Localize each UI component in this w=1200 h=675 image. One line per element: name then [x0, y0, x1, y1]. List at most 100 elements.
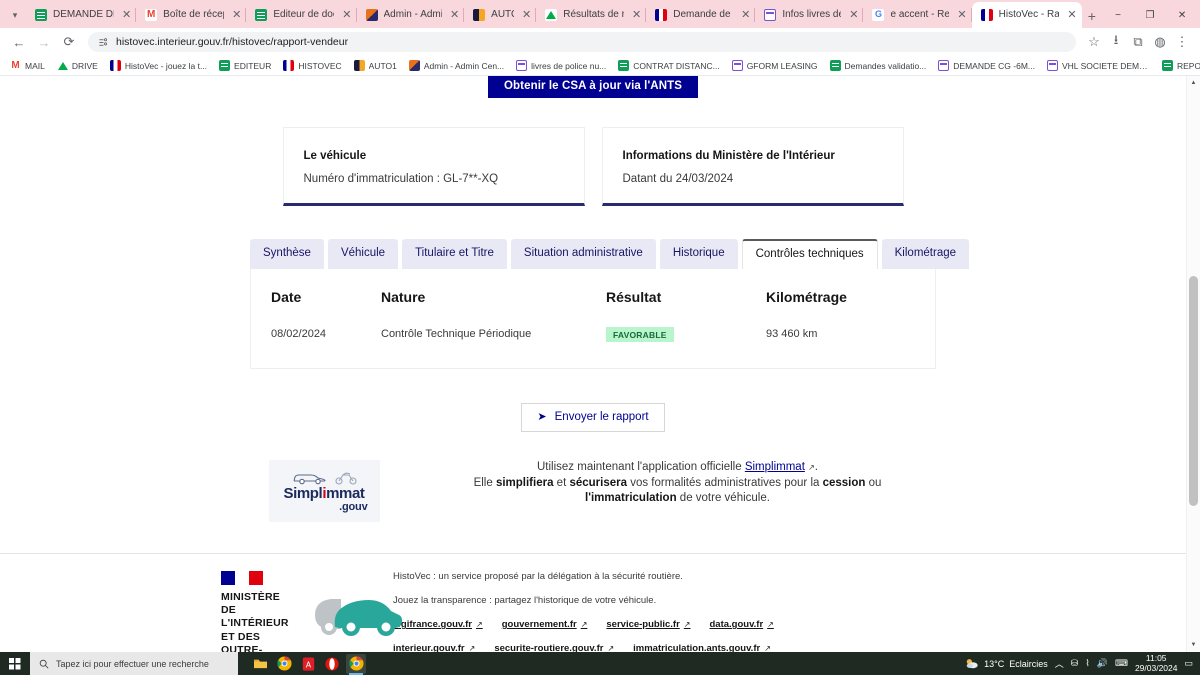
browser-tab[interactable]: Résultats de rech ✕	[536, 2, 647, 28]
bookmark-item[interactable]: REPONSE SOCIETE	[1156, 57, 1200, 75]
simplimmat-link[interactable]: Simplimmat	[745, 461, 805, 473]
close-icon[interactable]: ✕	[232, 9, 241, 21]
back-icon[interactable]: ←	[8, 31, 30, 53]
browser-tab-active[interactable]: HistoVec - Rappo ✕	[971, 2, 1082, 28]
close-icon[interactable]: ✕	[1067, 9, 1076, 21]
bookmarks-bar: MAIL DRIVE HistoVec - jouez la t... EDIT…	[0, 56, 1200, 76]
scrollbar-thumb[interactable]	[1189, 276, 1198, 506]
keyboard-icon[interactable]: ⌨	[1115, 658, 1128, 669]
tab-search-icon[interactable]: ▾	[4, 2, 26, 28]
browser-tab[interactable]: Demande de cert ✕	[646, 2, 756, 28]
profile-icon[interactable]: ◍	[1150, 31, 1170, 53]
link-service-public[interactable]: service-public.fr ↗	[606, 619, 690, 630]
french-flag-icon	[109, 60, 121, 71]
address-bar[interactable]: histovec.interieur.gouv.fr/histovec/rapp…	[88, 32, 1076, 52]
bookmark-item[interactable]: livres de police nu...	[510, 57, 612, 75]
bookmark-item[interactable]: MAIL	[4, 57, 51, 75]
svg-text:A: A	[305, 660, 311, 669]
link-immatriculation-ants[interactable]: immatriculation.ants.gouv.fr ↗	[633, 643, 771, 652]
bookmark-item[interactable]: Demandes validatio...	[824, 57, 933, 75]
cell-date: 08/02/2024	[271, 328, 327, 341]
browser-tab[interactable]: Infos livres de po ✕	[755, 2, 864, 28]
tab-controles-techniques[interactable]: Contrôles techniques	[741, 239, 878, 269]
bookmark-item[interactable]: EDITEUR	[213, 57, 277, 75]
browser-tab-title: e accent - Reche	[890, 9, 950, 20]
scroll-up-icon[interactable]: ▲	[1187, 76, 1200, 90]
tab-synthese[interactable]: Synthèse	[250, 239, 324, 269]
weather-widget[interactable]: 13°C Eclaircies	[965, 657, 1048, 670]
star-icon[interactable]: ☆	[1084, 31, 1104, 53]
link-data-gouv[interactable]: data.gouv.fr ↗	[709, 619, 773, 630]
onedrive-icon[interactable]: ⛁	[1071, 658, 1079, 669]
scroll-down-icon[interactable]: ▼	[1187, 638, 1200, 652]
tab-kilometrage[interactable]: Kilométrage	[881, 239, 970, 269]
bookmark-item[interactable]: DEMANDE CG -6M...	[932, 57, 1041, 75]
download-icon[interactable]: ⭳	[1106, 31, 1126, 53]
obtain-csa-button[interactable]: Obtenir le CSA à jour via l'ANTS	[487, 76, 699, 98]
column-header-kilometrage: Kilométrage	[766, 288, 847, 305]
external-link-icon: ↗	[808, 463, 815, 473]
chrome-active-icon[interactable]	[346, 653, 366, 675]
site-settings-icon[interactable]	[98, 37, 109, 48]
sheets-icon	[829, 60, 841, 71]
browser-window: ▾ DEMANDE DE CG ✕ Boîte de réception ✕ E…	[0, 0, 1200, 675]
page-scrollbar[interactable]: ▲ ▼	[1186, 76, 1200, 652]
bookmark-item[interactable]: CONTRAT DISTANC...	[612, 57, 725, 75]
close-icon[interactable]: ✕	[849, 9, 858, 21]
bookmark-item[interactable]: GFORM LEASING	[726, 57, 824, 75]
promo-l2c: et	[553, 476, 570, 489]
tab-titulaire-et-titre[interactable]: Titulaire et Titre	[402, 239, 507, 269]
browser-tab[interactable]: DEMANDE DE CG ✕	[26, 2, 137, 28]
tab-vehicule[interactable]: Véhicule	[327, 239, 399, 269]
bookmark-item[interactable]: HistoVec - jouez la t...	[104, 57, 213, 75]
menu-icon[interactable]: ⋮	[1172, 31, 1192, 53]
browser-tab[interactable]: Boîte de réception ✕	[136, 2, 247, 28]
close-icon[interactable]: ✕	[522, 9, 531, 21]
tab-historique[interactable]: Historique	[659, 239, 738, 269]
minimize-button[interactable]: −	[1102, 10, 1134, 21]
close-icon[interactable]: ✕	[741, 9, 750, 21]
maximize-button[interactable]: ❐	[1134, 10, 1166, 21]
bookmark-item[interactable]: Admin - Admin Cen...	[403, 57, 510, 75]
notification-icon[interactable]: ▭	[1184, 658, 1193, 669]
close-icon[interactable]: ✕	[122, 9, 131, 21]
footer-links-row-1: legifrance.gouv.fr ↗ gouvernement.fr ↗ ser…	[393, 619, 774, 630]
promo-cession: cession	[822, 476, 866, 489]
opera-icon[interactable]	[322, 654, 342, 674]
browser-tab[interactable]: e accent - Reche ✕	[863, 2, 972, 28]
bookmark-item[interactable]: VHL SOCIETE DEMA...	[1041, 57, 1156, 75]
tab-situation-administrative[interactable]: Situation administrative	[510, 239, 656, 269]
link-securite-routiere[interactable]: securite-routiere.gouv.fr ↗	[494, 643, 614, 652]
new-tab-button[interactable]: +	[1082, 4, 1102, 28]
close-icon[interactable]: ✕	[632, 9, 641, 21]
browser-tab[interactable]: Admin - Admin C ✕	[357, 2, 465, 28]
browser-tab[interactable]: Editeur de docum ✕	[246, 2, 357, 28]
file-explorer-icon[interactable]	[250, 654, 270, 674]
ministry-name: MINISTÈRE DE L'INTÉRIEUR ET DES OUTRE-ME…	[221, 591, 289, 652]
chevron-up-icon[interactable]: ︿	[1055, 657, 1064, 670]
wifi-icon[interactable]: ⌇	[1085, 658, 1089, 669]
send-report-button[interactable]: ➤ Envoyer le rapport	[521, 402, 665, 433]
bookmark-item[interactable]: HISTOVEC	[277, 57, 347, 75]
volume-icon[interactable]: 🔊	[1097, 658, 1108, 669]
extensions-icon[interactable]: ⧉	[1128, 31, 1148, 53]
close-icon[interactable]: ✕	[342, 9, 351, 21]
taskbar-clock[interactable]: 11:05 29/03/2024	[1135, 653, 1178, 674]
reload-icon[interactable]: ⟳	[58, 31, 80, 53]
close-icon[interactable]: ✕	[450, 9, 459, 21]
browser-tab[interactable]: AUTO1 ✕	[464, 2, 537, 28]
close-window-button[interactable]: ✕	[1166, 10, 1198, 21]
chrome-icon[interactable]	[274, 654, 294, 674]
simplimmat-promo-text: Utilisez maintenant l'application offici…	[438, 460, 918, 507]
browser-tab-title: Infos livres de po	[782, 9, 841, 20]
taskbar-search[interactable]: Tapez ici pour effectuer une recherche	[30, 652, 238, 675]
close-icon[interactable]: ✕	[957, 9, 966, 21]
acrobat-icon[interactable]: A	[298, 654, 318, 674]
link-gouvernement[interactable]: gouvernement.fr ↗	[502, 619, 588, 630]
bookmark-item[interactable]: DRIVE	[51, 57, 104, 75]
start-button[interactable]	[0, 657, 30, 670]
forward-icon[interactable]: →	[33, 31, 55, 53]
browser-tab-title: Editeur de docum	[273, 9, 334, 20]
bookmark-item[interactable]: AUTO1	[348, 57, 403, 75]
link-interieur[interactable]: interieur.gouv.fr ↗	[393, 643, 475, 652]
